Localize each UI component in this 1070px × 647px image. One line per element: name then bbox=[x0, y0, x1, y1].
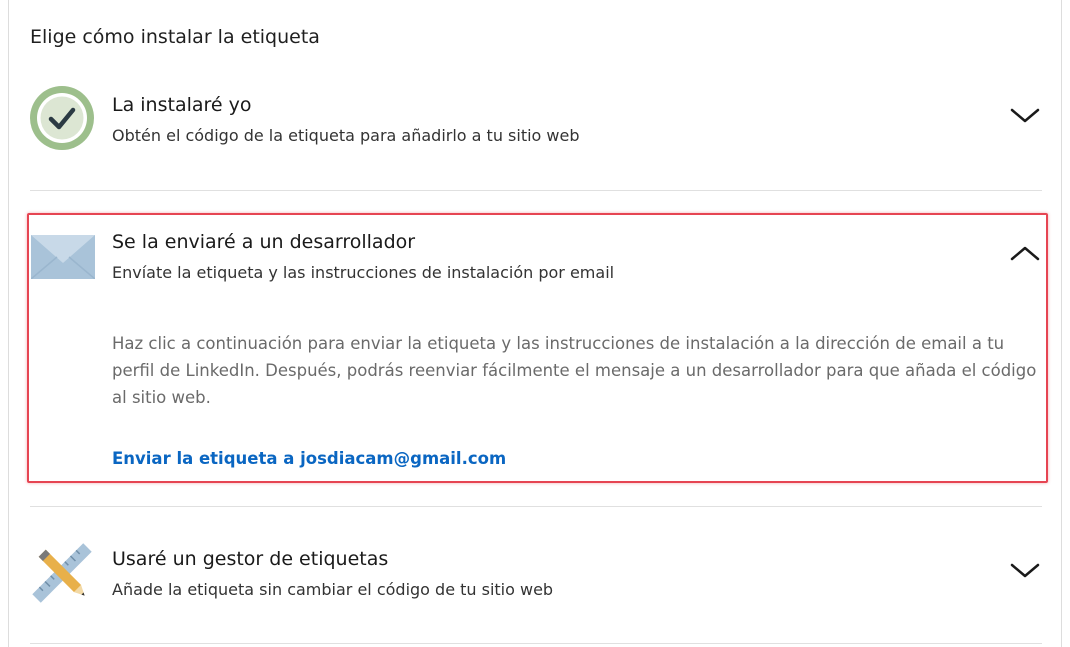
ruler-pencil-icon bbox=[30, 541, 94, 605]
option-title: Se la enviaré a un desarrollador bbox=[112, 231, 416, 253]
option-tag-manager[interactable]: Usaré un gestor de etiquetas Añade la et… bbox=[30, 541, 1042, 611]
option-self-install[interactable]: La instalaré yo Obtén el código de la et… bbox=[30, 86, 1042, 166]
option-send-to-developer[interactable]: Se la enviaré a un desarrollador Envíate… bbox=[30, 229, 1042, 289]
divider bbox=[30, 190, 1042, 191]
option-description: Haz clic a continuación para enviar la e… bbox=[112, 334, 1037, 407]
checkmark-circle-icon bbox=[30, 86, 94, 150]
divider bbox=[30, 643, 1042, 644]
panel-left-border bbox=[8, 0, 9, 647]
option-subtitle: Obtén el código de la etiqueta para añad… bbox=[112, 126, 580, 145]
page-title: Elige cómo instalar la etiqueta bbox=[30, 26, 320, 48]
option-subtitle: Añade la etiqueta sin cambiar el código … bbox=[112, 580, 554, 599]
panel-right-border bbox=[1061, 0, 1062, 647]
envelope-icon bbox=[30, 235, 96, 280]
send-tag-link[interactable]: Enviar la etiqueta a josdiacam@gmail.com bbox=[112, 449, 506, 468]
option-title: Usaré un gestor de etiquetas bbox=[112, 548, 389, 570]
chevron-up-icon[interactable] bbox=[1009, 243, 1041, 263]
chevron-down-icon[interactable] bbox=[1009, 561, 1041, 581]
option-title: La instalaré yo bbox=[112, 94, 252, 116]
divider bbox=[30, 506, 1042, 507]
chevron-down-icon[interactable] bbox=[1009, 106, 1041, 126]
option-subtitle: Envíate la etiqueta y las instrucciones … bbox=[112, 263, 615, 282]
